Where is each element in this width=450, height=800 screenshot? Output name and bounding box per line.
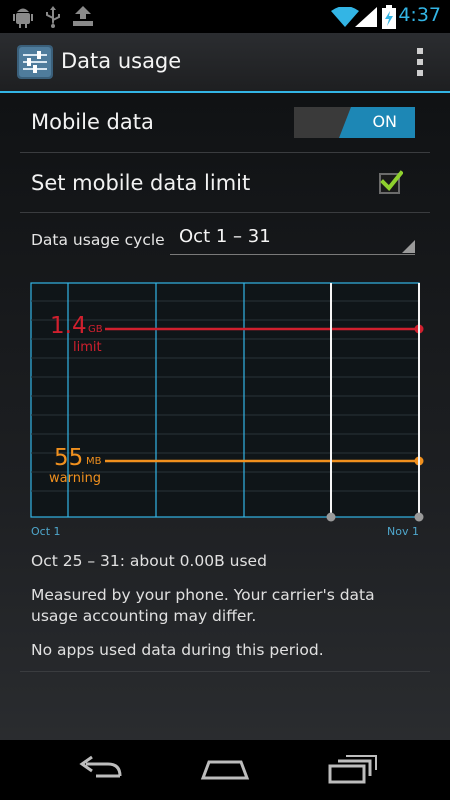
recent-apps-icon[interactable] xyxy=(324,752,380,788)
overflow-dot xyxy=(417,59,423,65)
measurement-note-line-1: Measured by your phone. Your carrier's d… xyxy=(31,586,375,604)
cycle-spinner[interactable]: Oct 1 – 31 xyxy=(170,221,415,255)
usage-summary: Oct 25 – 31: about 0.00B used xyxy=(31,552,267,570)
back-icon[interactable] xyxy=(72,752,128,788)
divider xyxy=(20,671,430,672)
no-apps-message: No apps used data during this period. xyxy=(31,641,324,659)
spinner-arrow-icon xyxy=(402,240,415,253)
limit-value: 1.4 xyxy=(50,313,87,339)
status-bar: 4:37 xyxy=(0,0,450,33)
measurement-note-line-2: usage accounting may differ. xyxy=(31,607,257,625)
mobile-data-toggle[interactable]: ON xyxy=(294,107,415,138)
data-usage-content: Mobile data ON Set mobile data limit Dat… xyxy=(0,93,450,740)
cycle-value: Oct 1 – 31 xyxy=(179,226,271,247)
divider xyxy=(20,152,430,153)
data-limit-label: Set mobile data limit xyxy=(31,171,251,195)
mobile-data-label: Mobile data xyxy=(31,110,154,134)
warning-value: 55 xyxy=(54,445,83,471)
warning-unit: MB xyxy=(86,456,102,467)
data-usage-chart: 1.4 GB limit 55 MB warning Oct 1 Nov 1 xyxy=(30,282,424,538)
home-icon[interactable] xyxy=(197,752,253,788)
overflow-dot xyxy=(417,70,423,76)
battery-charging-icon xyxy=(382,5,396,29)
cycle-label: Data usage cycle xyxy=(31,231,165,249)
chart-start-date: Oct 1 xyxy=(31,525,61,538)
download-icon xyxy=(73,6,93,26)
page-title: Data usage xyxy=(61,49,182,73)
toggle-state-label: ON xyxy=(372,112,397,131)
toggle-on-thumb: ON xyxy=(339,107,415,138)
warning-label: warning xyxy=(49,471,101,486)
android-debug-icon xyxy=(13,8,33,28)
limit-unit: GB xyxy=(88,324,103,335)
range-end-handle[interactable] xyxy=(414,512,424,522)
usb-icon xyxy=(46,6,60,28)
limit-label: limit xyxy=(73,340,102,355)
action-bar: Data usage xyxy=(0,33,450,91)
range-start-handle[interactable] xyxy=(326,512,336,522)
data-limit-checkbox[interactable] xyxy=(379,170,403,194)
chart-end-date: Nov 1 xyxy=(387,525,419,538)
divider xyxy=(20,212,430,213)
overflow-dot xyxy=(417,48,423,54)
navigation-bar xyxy=(0,740,450,800)
overflow-menu-icon[interactable] xyxy=(410,45,430,79)
signal-icon xyxy=(355,7,377,27)
status-time: 4:37 xyxy=(398,4,441,26)
settings-sliders-icon[interactable] xyxy=(17,45,53,79)
